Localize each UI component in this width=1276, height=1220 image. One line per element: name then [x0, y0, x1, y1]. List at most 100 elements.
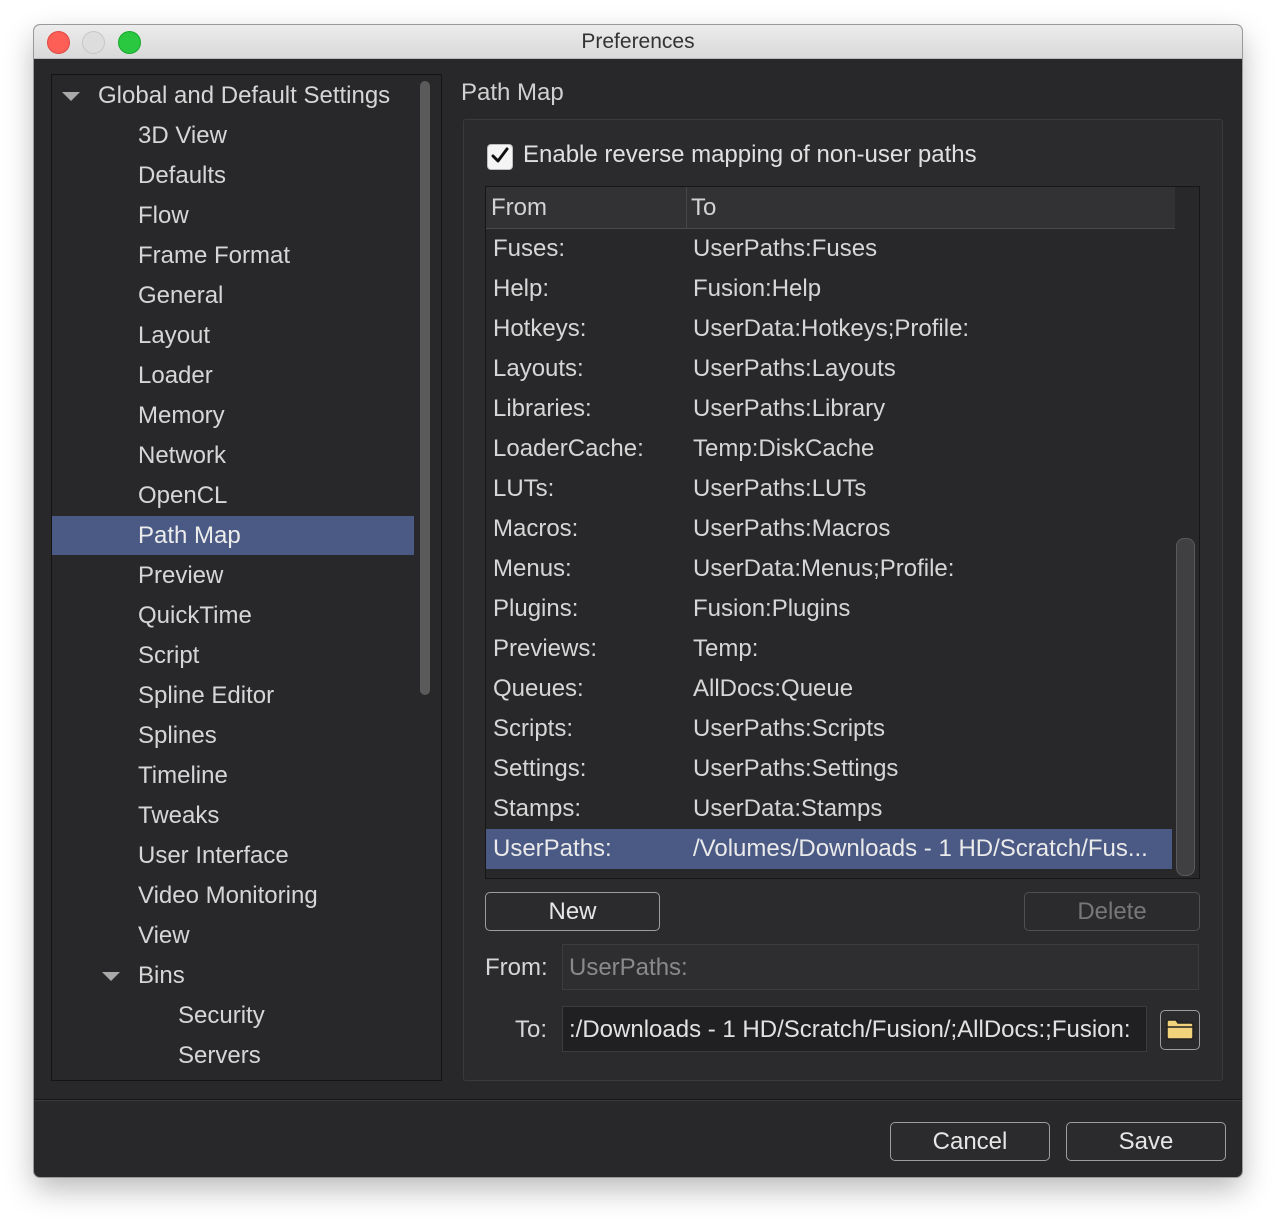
- column-header-from[interactable]: From: [486, 187, 687, 229]
- save-button[interactable]: Save: [1066, 1122, 1226, 1161]
- cell-to: UserData:Hotkeys;Profile:: [693, 315, 970, 342]
- sidebar-item-loader[interactable]: Loader: [52, 356, 414, 395]
- window-title: Preferences: [581, 30, 695, 53]
- delete-button[interactable]: Delete: [1024, 892, 1200, 931]
- sidebar-item-view[interactable]: View: [52, 916, 414, 955]
- cell-to: UserPaths:Fuses: [693, 235, 878, 262]
- sidebar-item-preview[interactable]: Preview: [52, 556, 414, 595]
- cell-from: Hotkeys:: [493, 315, 587, 342]
- cell-from: LUTs:: [493, 475, 555, 502]
- disclosure-triangle-icon[interactable]: [62, 92, 80, 101]
- cell-from: Layouts:: [493, 355, 584, 382]
- sidebar-item-label: Loader: [138, 362, 213, 389]
- page-title: Path Map: [461, 79, 564, 106]
- table-row[interactable]: Fuses: UserPaths:Fuses: [486, 229, 1172, 269]
- sidebar-item-label: Splines: [138, 722, 217, 749]
- folder-icon: [1166, 1019, 1194, 1040]
- table-row[interactable]: Settings: UserPaths:Settings: [486, 749, 1172, 789]
- table-row[interactable]: LUTs: UserPaths:LUTs: [486, 469, 1172, 509]
- sidebar-item-label: View: [138, 922, 190, 949]
- cell-from: Menus:: [493, 555, 572, 582]
- sidebar-item-label: Flow: [138, 202, 189, 229]
- cell-to: UserPaths:Layouts: [693, 355, 896, 382]
- table-row[interactable]: Hotkeys: UserData:Hotkeys;Profile:: [486, 309, 1172, 349]
- table-row[interactable]: Macros: UserPaths:Macros: [486, 509, 1172, 549]
- sidebar-item-label: Timeline: [138, 762, 228, 789]
- cell-to: Fusion:Plugins: [693, 595, 851, 622]
- table-row[interactable]: Stamps: UserData:Stamps: [486, 789, 1172, 829]
- sidebar-item-opencl[interactable]: OpenCL: [52, 476, 414, 515]
- sidebar-item-label: Layout: [138, 322, 211, 349]
- from-label: From:: [485, 954, 548, 981]
- sidebar-item-label: General: [138, 282, 224, 309]
- disclosure-triangle-icon[interactable]: [102, 972, 120, 981]
- sidebar-item-label: Frame Format: [138, 242, 291, 269]
- sidebar-item-label: Spline Editor: [138, 682, 275, 709]
- cancel-button[interactable]: Cancel: [890, 1122, 1050, 1161]
- table-scrollbar[interactable]: [1176, 538, 1195, 876]
- cell-to: Fusion:Help: [693, 275, 822, 302]
- to-field[interactable]: :/Downloads - 1 HD/Scratch/Fusion/;AllDo…: [562, 1006, 1147, 1052]
- sidebar-scrollbar[interactable]: [420, 81, 430, 695]
- from-field[interactable]: UserPaths:: [562, 944, 1199, 990]
- cell-to: UserPaths:Macros: [693, 515, 891, 542]
- sidebar-item-label: Servers: [178, 1042, 261, 1069]
- footer-divider-highlight: [34, 1100, 1242, 1101]
- sidebar-item-timeline[interactable]: Timeline: [52, 756, 414, 795]
- sidebar-item-bins[interactable]: Bins: [52, 956, 414, 995]
- sidebar-item-splines[interactable]: Splines: [52, 716, 414, 755]
- sidebar-item-label: Preview: [138, 562, 224, 589]
- sidebar-item-3d-view[interactable]: 3D View: [52, 116, 414, 155]
- sidebar-item-label: Network: [138, 442, 227, 469]
- sidebar-item-label: Video Monitoring: [138, 882, 318, 909]
- table-row[interactable]: LoaderCache: Temp:DiskCache: [486, 429, 1172, 469]
- sidebar-item-label: Bins: [138, 962, 185, 989]
- cell-to: Temp:DiskCache: [693, 435, 875, 462]
- sidebar-item-tweaks[interactable]: Tweaks: [52, 796, 414, 835]
- table-row[interactable]: Scripts: UserPaths:Scripts: [486, 709, 1172, 749]
- table-row[interactable]: Plugins: Fusion:Plugins: [486, 589, 1172, 629]
- cell-to: UserData:Stamps: [693, 795, 883, 822]
- checkmark-icon: [491, 147, 509, 163]
- sidebar-item-label: 3D View: [138, 122, 227, 149]
- sidebar-item-quicktime[interactable]: QuickTime: [52, 596, 414, 635]
- preferences-sidebar: Global and Default Settings 3D View Defaul…: [51, 74, 442, 1081]
- cell-to: /Volumes/Downloads - 1 HD/Scratch/Fus...: [693, 835, 1148, 862]
- sidebar-item-network[interactable]: Network: [52, 436, 414, 475]
- table-row[interactable]: Help: Fusion:Help: [486, 269, 1172, 309]
- cell-from: Queues:: [493, 675, 584, 702]
- table-row[interactable]: Previews: Temp:: [486, 629, 1172, 669]
- path-map-table: From To Fuses: UserPaths:Fuses Help: Fusion…: [485, 186, 1200, 879]
- table-row[interactable]: Queues: AllDocs:Queue: [486, 669, 1172, 709]
- table-row[interactable]: UserPaths: /Volumes/Downloads - 1 HD/Scra…: [486, 829, 1172, 869]
- sidebar-item-video-monitoring[interactable]: Video Monitoring: [52, 876, 414, 915]
- new-button[interactable]: New: [485, 892, 660, 931]
- sidebar-item-user-interface[interactable]: User Interface: [52, 836, 414, 875]
- sidebar-item-label: OpenCL: [138, 482, 228, 509]
- sidebar-item-general[interactable]: General: [52, 276, 414, 315]
- sidebar-item-path-map[interactable]: Path Map: [52, 516, 414, 555]
- sidebar-item-global-and-default-settings[interactable]: Global and Default Settings: [52, 76, 414, 115]
- sidebar-item-label: User Interface: [138, 842, 289, 869]
- cell-from: Fuses:: [493, 235, 566, 262]
- table-row[interactable]: Libraries: UserPaths:Library: [486, 389, 1172, 429]
- reverse-mapping-label[interactable]: Enable reverse mapping of non-user paths: [523, 141, 977, 169]
- sidebar-item-label: Security: [178, 1002, 265, 1029]
- table-row[interactable]: Layouts: UserPaths:Layouts: [486, 349, 1172, 389]
- browse-folder-button[interactable]: [1160, 1010, 1200, 1050]
- column-header-to[interactable]: To: [687, 187, 1175, 229]
- sidebar-item-script[interactable]: Script: [52, 636, 414, 675]
- cell-from: Plugins:: [493, 595, 579, 622]
- sidebar-item-defaults[interactable]: Defaults: [52, 156, 414, 195]
- sidebar-item-layout[interactable]: Layout: [52, 316, 414, 355]
- sidebar-item-label: Defaults: [138, 162, 227, 189]
- cell-to: AllDocs:Queue: [693, 675, 854, 702]
- sidebar-item-frame-format[interactable]: Frame Format: [52, 236, 414, 275]
- sidebar-item-spline-editor[interactable]: Spline Editor: [52, 676, 414, 715]
- sidebar-item-flow[interactable]: Flow: [52, 196, 414, 235]
- reverse-mapping-checkbox[interactable]: [487, 144, 513, 170]
- table-row[interactable]: Menus: UserData:Menus;Profile:: [486, 549, 1172, 589]
- sidebar-item-servers[interactable]: Servers: [52, 1036, 414, 1075]
- sidebar-item-memory[interactable]: Memory: [52, 396, 414, 435]
- sidebar-item-security[interactable]: Security: [52, 996, 414, 1035]
